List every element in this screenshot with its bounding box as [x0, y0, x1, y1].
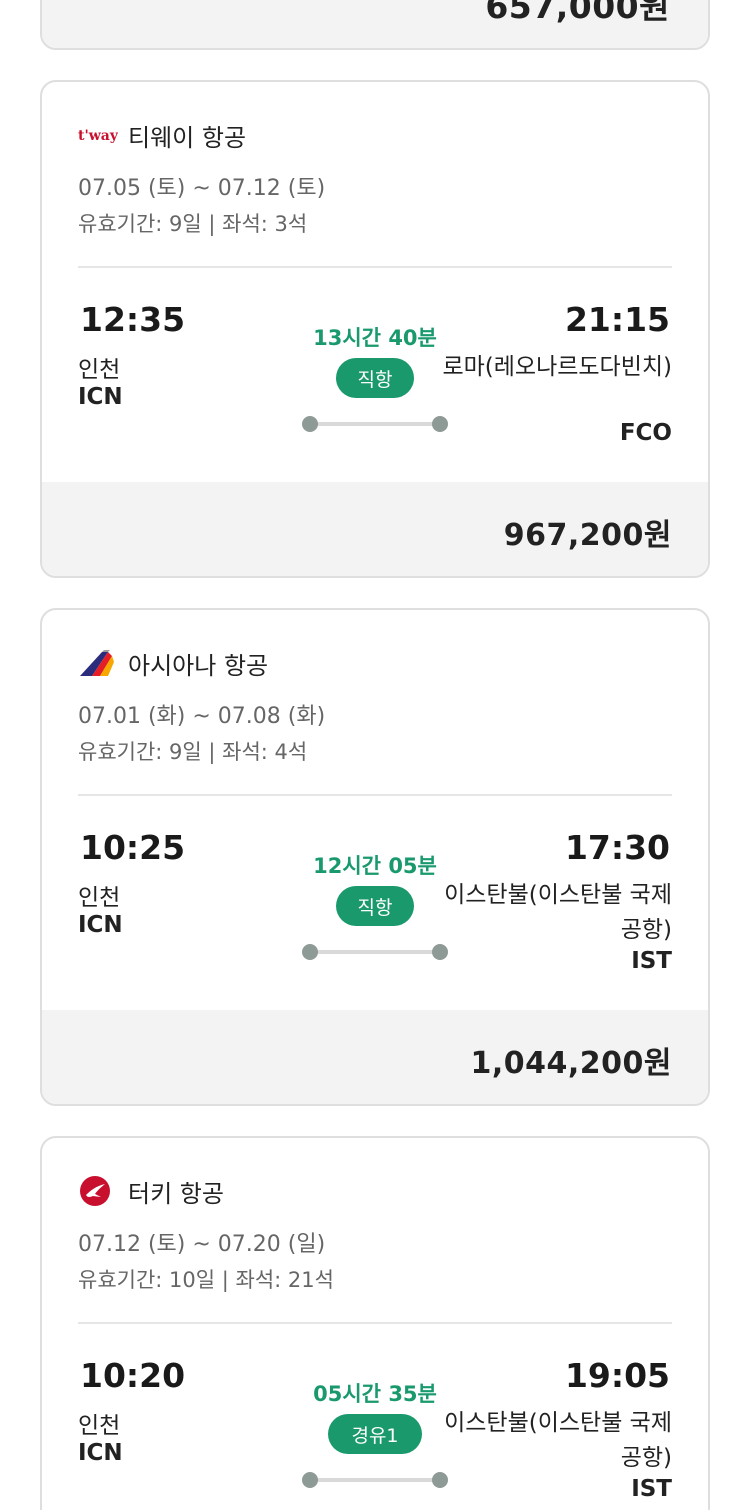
price: 657,000원 [485, 0, 670, 26]
svg-text:t'way: t'way [78, 128, 118, 144]
departure-code: ICN [78, 384, 123, 410]
travel-dates: 07.05 (토) ~ 07.12 (토) [78, 176, 326, 201]
arrival-city: 이스탄불(이스탄불 국제공항) [444, 882, 672, 943]
travel-dates: 07.01 (화) ~ 07.08 (화) [78, 704, 326, 729]
airline-row: 아시아나 항공 [78, 646, 268, 680]
flight-duration: 05시간 35분 [313, 1382, 437, 1406]
departure-time: 12:35 [80, 300, 186, 339]
route-start-dot [302, 1472, 318, 1488]
airline-name: 아시아나 항공 [128, 651, 269, 680]
validity-seats: 유효기간: 10일 | 좌석: 21석 [78, 1268, 334, 1292]
validity-seats: 유효기간: 9일 | 좌석: 3석 [78, 212, 308, 236]
divider [78, 794, 672, 796]
turkish-airlines-logo-icon [78, 1174, 118, 1208]
stops-badge: 경유1 [328, 1414, 422, 1454]
flight-card-asiana[interactable]: 아시아나 항공 07.01 (화) ~ 07.08 (화) 유효기간: 9일 |… [40, 608, 710, 1106]
price-bar: 1,044,200원 [42, 1010, 708, 1104]
departure-city: 인천 [78, 885, 121, 911]
arrival-time: 19:05 [564, 1356, 670, 1395]
airline-name: 터키 항공 [128, 1179, 224, 1208]
route-end-dot [432, 416, 448, 432]
flight-card-turkish[interactable]: 터키 항공 07.12 (토) ~ 07.20 (일) 유효기간: 10일 | … [40, 1136, 710, 1510]
route-line [310, 422, 440, 426]
arrival-code: IST [631, 948, 672, 974]
arrival-city: 로마(레오나르도다빈치) [442, 354, 672, 380]
arrival-city: 이스탄불(이스탄불 국제공항) [444, 1410, 672, 1471]
departure-time: 10:20 [80, 1356, 186, 1395]
flight-card-tway[interactable]: t'way 티웨이 항공 07.05 (토) ~ 07.12 (토) 유효기간:… [40, 80, 710, 578]
price-bar: 657,000원 [42, 0, 708, 48]
departure-code: ICN [78, 912, 123, 938]
arrival-code: IST [631, 1476, 672, 1502]
departure-time: 10:25 [80, 828, 186, 867]
tway-logo-icon: t'way [78, 118, 118, 152]
stops-badge: 직항 [336, 358, 414, 398]
divider [78, 266, 672, 268]
airline-row: 터키 항공 [78, 1174, 224, 1208]
asiana-logo-icon [78, 646, 118, 680]
travel-dates: 07.12 (토) ~ 07.20 (일) [78, 1232, 326, 1257]
arrival-time: 21:15 [564, 300, 670, 339]
arrival-time: 17:30 [564, 828, 670, 867]
divider [78, 1322, 672, 1324]
route-line [310, 950, 440, 954]
previous-flight-card[interactable]: 657,000원 [40, 0, 710, 50]
departure-city: 인천 [78, 1413, 121, 1439]
stops-badge: 직항 [336, 886, 414, 926]
flight-duration: 13시간 40분 [313, 326, 437, 350]
price: 967,200원 [503, 518, 672, 553]
airline-row: t'way 티웨이 항공 [78, 118, 246, 152]
price: 1,044,200원 [470, 1046, 672, 1081]
arrival-code: FCO [619, 420, 672, 446]
departure-code: ICN [78, 1440, 123, 1466]
airline-name: 티웨이 항공 [128, 123, 247, 152]
validity-seats: 유효기간: 9일 | 좌석: 4석 [78, 740, 308, 764]
route-start-dot [302, 416, 318, 432]
departure-city: 인천 [78, 357, 121, 383]
route-line [310, 1478, 440, 1482]
route-start-dot [302, 944, 318, 960]
flight-duration: 12시간 05분 [313, 854, 437, 878]
price-bar: 967,200원 [42, 482, 708, 576]
